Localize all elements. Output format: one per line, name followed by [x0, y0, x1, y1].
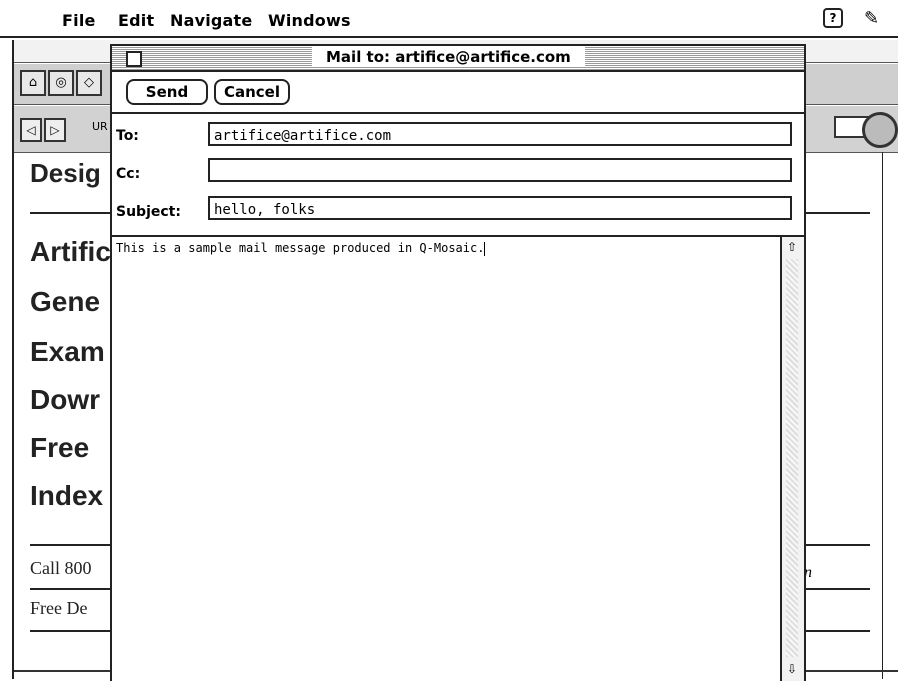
message-body[interactable]: This is a sample mail message produced i…	[112, 237, 780, 681]
spinning-globe-icon	[862, 112, 898, 148]
page-title: Desig	[30, 158, 101, 188]
url-label: UR	[92, 120, 108, 133]
page-link-download[interactable]: Dowr	[30, 384, 100, 416]
menu-windows[interactable]: Windows	[268, 11, 351, 30]
to-field[interactable]: artifice@artifice.com	[208, 122, 792, 146]
cancel-button[interactable]: Cancel	[214, 79, 290, 105]
reload-icon[interactable]: ◎	[48, 70, 74, 96]
home-icon[interactable]: ⌂	[20, 70, 46, 96]
cc-field[interactable]	[208, 158, 792, 182]
menu-edit[interactable]: Edit	[118, 11, 154, 30]
to-label: To:	[116, 128, 139, 144]
menu-bar: File Edit Navigate Windows ? ✎	[0, 0, 898, 38]
mail-button-bar: Send Cancel	[112, 72, 804, 114]
scroll-up-arrow-icon[interactable]: ⇧	[784, 239, 800, 255]
menu-file[interactable]: File	[62, 11, 96, 30]
page-scrollbar[interactable]	[882, 152, 883, 679]
page-link-artifice[interactable]: Artific	[30, 236, 111, 268]
mail-titlebar[interactable]: Mail to: artifice@artifice.com	[112, 46, 804, 72]
help-icon[interactable]: ?	[823, 8, 843, 28]
back-arrow-icon[interactable]: ◁	[20, 118, 42, 142]
message-scrollbar[interactable]: ⇧ ⇩	[780, 237, 804, 681]
mail-window-title: Mail to: artifice@artifice.com	[312, 47, 585, 67]
mail-window: Mail to: artifice@artifice.com Send Canc…	[110, 44, 806, 681]
page-link-index[interactable]: Index	[30, 480, 103, 512]
close-box-icon[interactable]	[126, 51, 142, 67]
scroll-down-arrow-icon[interactable]: ⇩	[784, 661, 800, 677]
subject-field[interactable]: hello, folks	[208, 196, 792, 220]
forward-arrow-icon[interactable]: ▷	[44, 118, 66, 142]
subject-label: Subject:	[116, 204, 181, 220]
balloon-help-icon[interactable]: ✎	[864, 8, 879, 29]
menu-navigate[interactable]: Navigate	[170, 11, 252, 30]
mail-header-fields: To: artifice@artifice.com Cc: Subject: h…	[112, 114, 804, 237]
page-link-free[interactable]: Free	[30, 432, 89, 464]
message-body-text: This is a sample mail message produced i…	[116, 241, 485, 255]
page-free-demo-text[interactable]: Free De	[30, 598, 87, 619]
open-icon[interactable]: ◇	[76, 70, 102, 96]
page-link-general[interactable]: Gene	[30, 286, 100, 318]
scroll-track[interactable]	[786, 259, 798, 657]
text-cursor	[484, 241, 486, 256]
send-button[interactable]: Send	[126, 79, 208, 105]
page-call-text: Call 800	[30, 558, 92, 578]
cc-label: Cc:	[116, 166, 141, 182]
page-link-examples[interactable]: Exam	[30, 336, 105, 368]
